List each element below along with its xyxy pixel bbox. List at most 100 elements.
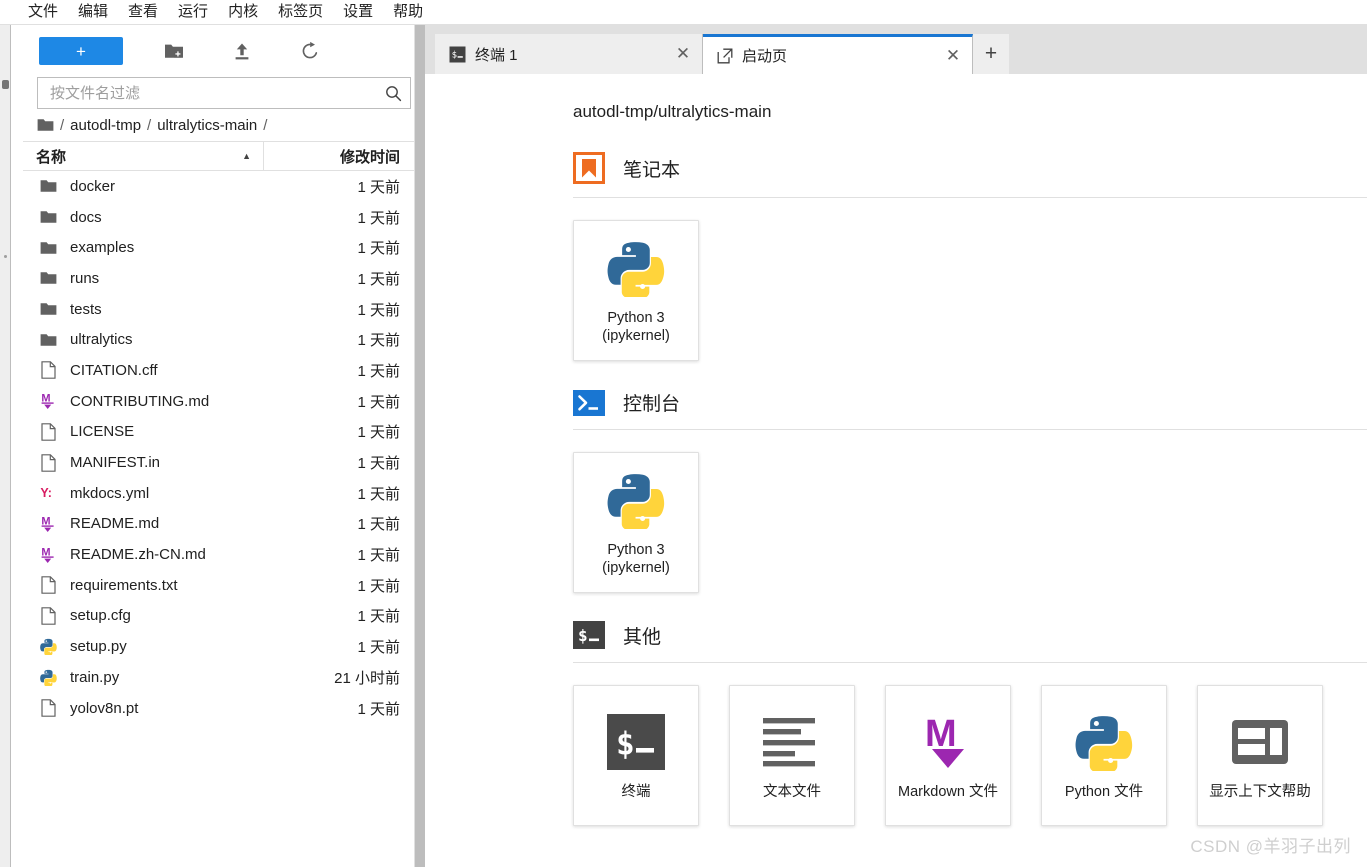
launcher-section-head: 控制台 — [573, 389, 1367, 429]
app-shell: + 按文件名过滤 / autodl-tmp / ultralytics-main… — [0, 25, 1367, 867]
console-icon — [573, 389, 605, 416]
new-launcher-button[interactable]: + — [39, 37, 123, 65]
launcher-card[interactable]: Python 文件 — [1041, 685, 1167, 826]
launcher-section: 控制台 Python 3 (ipykernel) — [425, 389, 1367, 593]
watermark-text: CSDN @羊羽子出列 — [1190, 837, 1351, 856]
file-name: README.zh-CN.md — [70, 546, 206, 564]
folder-icon — [36, 238, 60, 258]
sort-ascending-icon: ▲ — [242, 151, 251, 161]
file-name: CONTRIBUTING.md — [70, 392, 210, 410]
file-name: runs — [70, 269, 100, 287]
menu-bar: 文件 编辑 查看 运行 内核 标签页 设置 帮助 — [0, 0, 1367, 25]
file-list-item[interactable]: train.py 21 小时前 — [23, 662, 414, 693]
file-modified: 1 天前 — [357, 424, 400, 442]
menu-item-help[interactable]: 帮助 — [383, 0, 433, 24]
launcher-section-title: 控制台 — [623, 394, 681, 415]
folder-icon — [36, 268, 60, 288]
launcher-card[interactable]: Python 3 (ipykernel) — [573, 220, 699, 361]
file-list-item[interactable]: yolov8n.pt 1 天前 — [23, 693, 414, 724]
python-logo-icon — [1075, 711, 1133, 773]
file-name: requirements.txt — [70, 576, 178, 594]
svg-text:Y:: Y: — [40, 486, 52, 500]
launcher-section-head: 笔记本 — [573, 152, 1367, 197]
folder-icon[interactable] — [37, 118, 54, 132]
refresh-icon[interactable] — [287, 36, 333, 66]
file-list-item[interactable]: tests 1 天前 — [23, 294, 414, 325]
column-header-name-label: 名称 — [36, 148, 67, 166]
file-list[interactable]: docker 1 天前 docs 1 天前 examples 1 天前 runs 1 天前 te… — [23, 171, 414, 867]
file-list-item[interactable]: Y: mkdocs.yml 1 天前 — [23, 478, 414, 509]
file-list-item[interactable]: examples 1 天前 — [23, 232, 414, 263]
file-name: yolov8n.pt — [70, 699, 139, 717]
launcher-card[interactable]: 文本文件 — [729, 685, 855, 826]
search-icon — [385, 85, 402, 102]
file-list-item[interactable]: MANIFEST.in 1 天前 — [23, 447, 414, 478]
launcher-card-row: Python 3 (ipykernel) — [573, 198, 1367, 361]
launcher-card[interactable]: Python 3 (ipykernel) — [573, 452, 699, 593]
left-activity-bar[interactable] — [0, 25, 11, 867]
file-modified: 1 天前 — [357, 393, 400, 411]
file-list-item[interactable]: runs 1 天前 — [23, 263, 414, 294]
file-list-item[interactable]: CITATION.cff 1 天前 — [23, 355, 414, 386]
menu-item-view[interactable]: 查看 — [118, 0, 168, 24]
file-name: LICENSE — [70, 423, 135, 441]
file-list-item[interactable]: setup.cfg 1 天前 — [23, 601, 414, 632]
menu-item-kernel[interactable]: 内核 — [218, 0, 268, 24]
file-list-item[interactable]: docs 1 天前 — [23, 202, 414, 233]
menu-item-edit[interactable]: 编辑 — [68, 0, 118, 24]
new-folder-icon[interactable] — [151, 36, 197, 66]
file-list-item[interactable]: LICENSE 1 天前 — [23, 417, 414, 448]
launcher-card[interactable]: M Markdown 文件 — [885, 685, 1011, 826]
terminal-big-icon: $ — [607, 711, 665, 773]
file-list-item[interactable]: ultralytics 1 天前 — [23, 324, 414, 355]
menu-item-tabs[interactable]: 标签页 — [268, 0, 333, 24]
tab-launcher[interactable]: 启动页 ✕ — [703, 34, 973, 74]
new-tab-button[interactable]: + — [973, 34, 1009, 74]
file-filter-box[interactable] — [37, 77, 411, 109]
file-icon — [36, 575, 60, 595]
breadcrumb-part-0[interactable]: autodl-tmp — [70, 117, 141, 134]
breadcrumb-separator-2: / — [263, 116, 268, 134]
file-modified: 1 天前 — [357, 577, 400, 595]
terminal-icon: $ — [573, 621, 605, 649]
tab-launcher-label: 启动页 — [742, 48, 788, 65]
menu-item-file[interactable]: 文件 — [18, 0, 68, 24]
file-list-item[interactable]: docker 1 天前 — [23, 171, 414, 202]
file-list-item[interactable]: M README.zh-CN.md 1 天前 — [23, 539, 414, 570]
file-browser-rail-icon[interactable] — [2, 80, 9, 89]
file-list-item[interactable]: setup.py 1 天前 — [23, 631, 414, 662]
launcher-card-row: $ 终端 文本文件 M Markdown 文件 Python 文件 显示上下文帮助 — [573, 663, 1367, 826]
launcher-section-head: $ 其他 — [573, 621, 1367, 662]
file-name: examples — [70, 239, 135, 257]
tab-terminal-1-close-icon[interactable]: ✕ — [670, 41, 696, 67]
breadcrumb-part-1[interactable]: ultralytics-main — [157, 117, 257, 134]
file-modified: 1 天前 — [357, 455, 400, 473]
column-header-modified[interactable]: 修改时间 — [264, 146, 414, 167]
launcher-cwd-label: autodl-tmp/ultralytics-main — [573, 102, 772, 121]
launcher-card-sublabel: (ipykernel) — [602, 559, 670, 576]
file-icon — [36, 422, 60, 442]
menu-item-settings[interactable]: 设置 — [333, 0, 383, 24]
text-file-icon — [761, 711, 823, 773]
tab-bar: $ 终端 1 ✕ 启动页 ✕ + — [425, 25, 1367, 74]
menu-item-run[interactable]: 运行 — [168, 0, 218, 24]
upload-icon[interactable] — [219, 36, 265, 66]
file-name: setup.py — [70, 638, 127, 656]
launcher-card[interactable]: $ 终端 — [573, 685, 699, 826]
launcher-section: $ 其他 $ 终端 文本文件 M Markdown 文件 Python 文件 显示上下文帮助 — [425, 621, 1367, 826]
tab-launcher-close-icon[interactable]: ✕ — [940, 43, 966, 69]
column-header-name[interactable]: 名称 ▲ — [23, 142, 264, 170]
file-list-item[interactable]: M CONTRIBUTING.md 1 天前 — [23, 386, 414, 417]
launcher-card-label: Python 3 — [607, 309, 665, 326]
file-list-item[interactable]: requirements.txt 1 天前 — [23, 570, 414, 601]
file-modified: 21 小时前 — [334, 669, 400, 687]
file-filter-input[interactable] — [48, 83, 385, 103]
file-list-item[interactable]: M README.md 1 天前 — [23, 509, 414, 540]
breadcrumb-separator-0: / — [60, 116, 65, 134]
panel-splitter[interactable] — [415, 25, 425, 867]
tab-terminal-1[interactable]: $ 终端 1 ✕ — [435, 34, 703, 74]
launcher-card[interactable]: 显示上下文帮助 — [1197, 685, 1323, 826]
python-icon — [36, 667, 60, 687]
rail-marker-icon — [4, 255, 7, 258]
file-modified: 1 天前 — [357, 547, 400, 565]
